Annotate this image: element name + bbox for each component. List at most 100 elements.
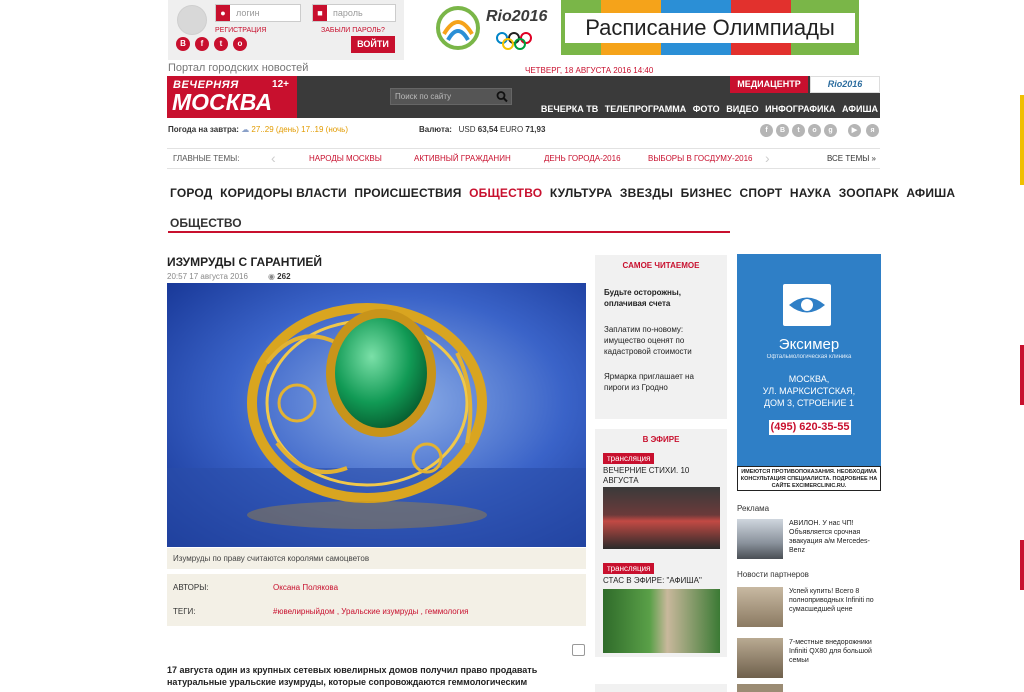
- tags-label: ТЕГИ:: [173, 607, 196, 616]
- register-link[interactable]: РЕГИСТРАЦИЯ: [215, 27, 266, 34]
- partners-label: Новости партнеров: [737, 570, 809, 579]
- rio-banner[interactable]: Rio2016: [434, 0, 547, 55]
- authors-label: АВТОРЫ:: [173, 583, 209, 592]
- partner-item[interactable]: [737, 684, 881, 692]
- article-views: 262: [277, 272, 291, 281]
- facebook-icon[interactable]: f: [195, 37, 209, 51]
- ad-address-line: УЛ. МАРКСИСТСКАЯ,: [762, 386, 856, 396]
- vk-icon[interactable]: В: [176, 37, 190, 51]
- category-biznes[interactable]: Бизнес: [681, 186, 732, 200]
- ad-address-line: МОСКВА,: [788, 374, 830, 384]
- partner-item[interactable]: 7-местные внедорожники Infiniti QX80 для…: [737, 638, 881, 678]
- currency-label: Валюта:: [419, 125, 452, 134]
- author-link[interactable]: Оксана Полякова: [273, 583, 338, 592]
- all-topics-link[interactable]: ВСЕ ТЕМЫ »: [827, 149, 876, 169]
- category-sport[interactable]: Спорт: [740, 186, 783, 200]
- partner-text: Успей купить! Всего 8 полноприводных Inf…: [789, 588, 874, 613]
- print-icon[interactable]: [572, 644, 585, 656]
- portal-label: Портал городских новостей: [168, 62, 309, 74]
- day-label: (день): [275, 125, 299, 134]
- usd-value: 63,54: [477, 125, 498, 134]
- twitter-icon[interactable]: t: [214, 37, 228, 51]
- facebook-icon[interactable]: f: [760, 124, 773, 137]
- site-logo[interactable]: ВЕЧЕРНЯЯ МОСКВА 12+: [167, 76, 297, 118]
- sponsored-item[interactable]: АВИЛОН. У нас ЧП! Объявляется срочная эв…: [737, 519, 881, 559]
- euro-value: 71,93: [525, 125, 546, 134]
- topic-item[interactable]: ДЕНЬ ГОРОДА-2016: [544, 149, 621, 169]
- live-item-title[interactable]: ВЕЧЕРНИЕ СТИХИ. 10 АВГУСТА: [603, 466, 721, 486]
- list-item[interactable]: Будьте осторожны, оплачивая счета: [604, 287, 718, 309]
- olympics-schedule-banner[interactable]: Расписание Олимпиады: [561, 0, 859, 55]
- avatar: [177, 5, 207, 35]
- day-temp: 27..29: [251, 125, 274, 134]
- article-photo[interactable]: [167, 283, 586, 547]
- live-title: В ЭФИРЕ: [642, 435, 680, 444]
- article-lead: 17 августа один из крупных сетевых ювели…: [167, 665, 538, 687]
- edge-decoration: [1020, 345, 1024, 405]
- search-icon[interactable]: [495, 90, 509, 103]
- rio-text: Rio2016: [486, 8, 548, 25]
- live-item-thumbnail[interactable]: [603, 487, 720, 549]
- odnoklassniki-icon[interactable]: о: [808, 124, 821, 137]
- most-read-title: САМОЕ ЧИТАЕМОЕ: [622, 261, 700, 270]
- search-input[interactable]: Поиск по сайту: [390, 88, 512, 105]
- category-afisha[interactable]: Афиша: [906, 186, 955, 200]
- category-zvezdy[interactable]: Звезды: [620, 186, 673, 200]
- article-byline: АВТОРЫ: Оксана Полякова ТЕГИ: #ювелирный…: [167, 574, 586, 626]
- login-panel: ● логин ■ пароль РЕГИСТРАЦИЯ ЗАБЫЛИ ПАРО…: [168, 0, 404, 60]
- category-proisshestviya[interactable]: Происшествия: [354, 186, 461, 200]
- category-gorod[interactable]: Город: [170, 186, 213, 200]
- nav-afisha[interactable]: Афиша: [842, 104, 878, 114]
- topic-item[interactable]: НАРОДЫ МОСКВЫ: [309, 149, 382, 169]
- password-field[interactable]: ■ пароль: [312, 4, 396, 22]
- list-item[interactable]: Ярмарка приглашает на пироги из Гродно: [604, 371, 718, 393]
- partner-item[interactable]: Успей купить! Всего 8 полноприводных Inf…: [737, 587, 881, 627]
- category-zoopark[interactable]: Зоопарк: [839, 186, 899, 200]
- section-header: ОБЩЕСТВО: [168, 214, 730, 233]
- header-bar: ВЕЧЕРНЯЯ МОСКВА 12+ Поиск по сайту МЕДИА…: [167, 76, 880, 118]
- youtube-icon[interactable]: ▶: [848, 124, 861, 137]
- live-item-title[interactable]: СТАС В ЭФИРЕ: "АФИША": [603, 576, 721, 586]
- yandex-icon[interactable]: я: [866, 124, 879, 137]
- cloud-sun-icon: ☁: [241, 125, 250, 134]
- topic-item[interactable]: ВЫБОРЫ В ГОСДУМУ-2016: [648, 149, 753, 169]
- login-field[interactable]: ● логин: [215, 4, 301, 22]
- most-read-box: САМОЕ ЧИТАЕМОЕ Будьте осторожны, оплачив…: [595, 255, 727, 419]
- age-rating: 12+: [272, 79, 289, 90]
- chevron-right-icon[interactable]: ›: [765, 148, 770, 168]
- category-nauka[interactable]: Наука: [790, 186, 831, 200]
- odnoklassniki-icon[interactable]: о: [233, 37, 247, 51]
- car-interior-thumbnail: [737, 587, 783, 627]
- bracelet-image: [167, 283, 586, 547]
- main-topics-bar: ГЛАВНЫЕ ТЕМЫ: ‹ НАРОДЫ МОСКВЫ АКТИВНЫЙ Г…: [167, 148, 880, 169]
- edge-decoration: [1020, 540, 1024, 590]
- ad-phone: (495) 620-35-55: [769, 420, 851, 435]
- eye-icon: ◉: [267, 272, 275, 281]
- chevron-left-icon[interactable]: ‹: [271, 148, 276, 168]
- edge-decoration: [1020, 95, 1024, 185]
- excimer-ad-banner[interactable]: Эксимер Офтальмологическая клиника МОСКВ…: [737, 254, 881, 491]
- forgot-password-link[interactable]: ЗАБЫЛИ ПАРОЛЬ?: [321, 27, 385, 34]
- login-button[interactable]: ВОЙТИ: [351, 36, 395, 53]
- rio-small-banner[interactable]: Rio2016: [810, 76, 880, 93]
- category-kultura[interactable]: Культура: [550, 186, 612, 200]
- topic-item[interactable]: АКТИВНЫЙ ГРАЖДАНИН: [414, 149, 511, 169]
- google-plus-icon[interactable]: g: [824, 124, 837, 137]
- category-obshchestvo[interactable]: Общество: [469, 186, 542, 200]
- twitter-icon[interactable]: t: [792, 124, 805, 137]
- car-interior-thumbnail: [737, 638, 783, 678]
- tags-links[interactable]: #ювелирныйдом , Уральские изумруды , гем…: [273, 607, 468, 616]
- nav-infografika[interactable]: Инфографика: [765, 104, 835, 114]
- ad-address-line: ДОМ 3, СТРОЕНИЕ 1: [763, 398, 855, 408]
- list-item[interactable]: Заплатим по-новому: имущество оценят по …: [604, 324, 718, 357]
- nav-vecherka-tv[interactable]: Вечерка ТВ: [541, 104, 598, 114]
- nav-foto[interactable]: Фото: [693, 104, 720, 114]
- mediacenter-button[interactable]: МЕДИАЦЕНТР: [730, 76, 808, 93]
- live-item-thumbnail[interactable]: [603, 589, 720, 653]
- user-icon: ●: [216, 5, 230, 21]
- vk-icon[interactable]: В: [776, 124, 789, 137]
- nav-video[interactable]: Видео: [726, 104, 758, 114]
- nav-teleprogramma[interactable]: Телепрограмма: [605, 104, 686, 114]
- category-koridory-vlasti[interactable]: Коридоры власти: [220, 186, 347, 200]
- article-meta: 20:57 17 августа 2016 ◉ 262: [167, 272, 291, 281]
